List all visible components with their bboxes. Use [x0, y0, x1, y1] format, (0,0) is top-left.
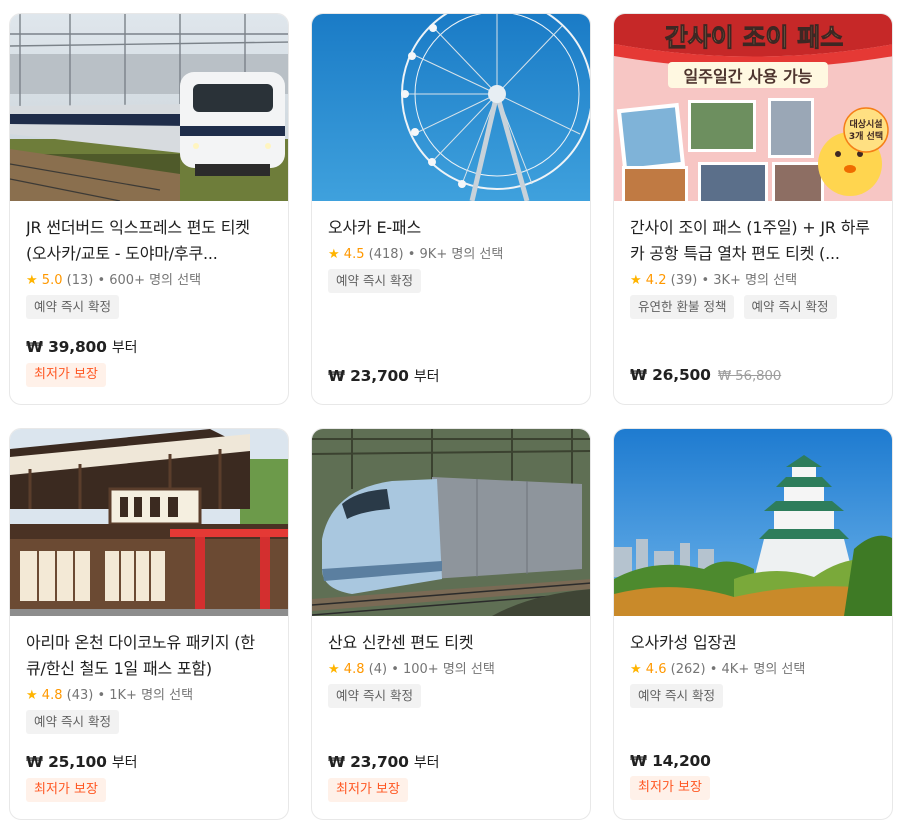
review-count: (39) [670, 273, 698, 288]
card-price: ₩ 25,100 부터 [26, 752, 137, 772]
rating-score: 4.2 [645, 273, 667, 288]
tag-instant-confirm: 예약 즉시 확정 [743, 295, 837, 319]
star-icon: ★ [26, 273, 38, 288]
activity-card-arima-onsen[interactable]: 아리마 온천 다이코노유 패키지 (한큐/한신 철도 1일 패스 포함) ★ 4… [9, 428, 289, 820]
activity-card-osaka-epass[interactable]: 오사카 E-패스 ★ 4.5 (418) • 9K+ 명의 선택 예약 즉시 확… [311, 13, 591, 405]
booked-count: • 100+ 명의 선택 [391, 662, 495, 677]
price-from-label: 부터 [111, 340, 138, 356]
banner-headline: 간사이 조이 패스 [665, 23, 843, 52]
card-price: ₩ 26,500 ₩ 56,800 [630, 366, 781, 384]
tag-instant-confirm: 예약 즉시 확정 [26, 710, 119, 734]
card-price: ₩ 23,700 부터 [328, 366, 439, 386]
rating-score: 5.0 [41, 273, 63, 288]
card-image-joy-pass-banner: 간사이 조이 패스 일주일간 사용 가능 대상시설 3개 선택 [614, 14, 892, 201]
rating-score: 4.5 [343, 247, 365, 262]
activity-card-sanyo-shinkansen[interactable]: 산요 신칸센 편도 티켓 ★ 4.8 (4) • 100+ 명의 선택 예약 즉… [311, 428, 591, 820]
lowest-price-badge: 최저가 보장 [26, 363, 106, 387]
banner-subline: 일주일간 사용 가능 [684, 67, 813, 86]
star-icon: ★ [328, 662, 340, 677]
card-image-ferris-wheel [312, 14, 590, 201]
activity-card-osaka-castle[interactable]: 오사카성 입장권 ★ 4.6 (262) • 4K+ 명의 선택 예약 즉시 확… [613, 428, 893, 820]
review-count: (43) [66, 688, 94, 703]
card-tags: 예약 즉시 확정 [26, 710, 272, 734]
rating-score: 4.8 [343, 662, 365, 677]
card-rating: ★ 4.2 (39) • 3K+ 명의 선택 [630, 269, 876, 289]
tag-instant-confirm: 예약 즉시 확정 [328, 684, 421, 708]
star-icon: ★ [630, 662, 642, 677]
badge-line-1: 대상시설 [849, 118, 882, 130]
price-block: ₩ 23,700 부터 최저가 보장 [328, 752, 439, 802]
price-block: ₩ 39,800 부터 최저가 보장 [26, 337, 137, 387]
card-title[interactable]: 오사카 E-패스 [328, 215, 574, 241]
card-image-osaka-castle [614, 429, 892, 616]
card-tags: 예약 즉시 확정 [328, 269, 574, 293]
tag-instant-confirm: 예약 즉시 확정 [630, 684, 723, 708]
price-block: ₩ 26,500 ₩ 56,800 [630, 366, 781, 384]
card-price: ₩ 39,800 부터 [26, 337, 137, 357]
card-tags: 예약 즉시 확정 [26, 295, 272, 319]
price-value: ₩ 14,200 [630, 752, 711, 770]
card-image-onsen-building [10, 429, 288, 616]
rating-score: 4.8 [41, 688, 63, 703]
activity-card-thunderbird[interactable]: JR 썬더버드 익스프레스 편도 티켓 (오사카/교토 - 도야마/후쿠... … [9, 13, 289, 405]
card-price: ₩ 14,200 [630, 752, 711, 770]
price-from-label: 부터 [111, 755, 138, 771]
review-count: (4) [368, 662, 388, 677]
card-price: ₩ 23,700 부터 [328, 752, 439, 772]
price-from-label: 부터 [413, 755, 440, 771]
rating-score: 4.6 [645, 662, 667, 677]
price-block: ₩ 25,100 부터 최저가 보장 [26, 752, 137, 802]
tag-flexible-refund: 유연한 환불 정책 [630, 295, 735, 319]
card-title[interactable]: 아리마 온천 다이코노유 패키지 (한큐/한신 철도 1일 패스 포함) [26, 630, 272, 682]
card-rating: ★ 4.8 (43) • 1K+ 명의 선택 [26, 684, 272, 704]
price-from-label: 부터 [413, 369, 440, 385]
price-value: ₩ 23,700 [328, 753, 409, 771]
booked-count: • 4K+ 명의 선택 [709, 662, 806, 677]
price-value: ₩ 23,700 [328, 367, 409, 385]
review-count: (418) [368, 247, 404, 262]
review-count: (262) [670, 662, 706, 677]
price-block: ₩ 14,200 최저가 보장 [630, 752, 711, 800]
card-title[interactable]: 오사카성 입장권 [630, 630, 876, 656]
star-icon: ★ [26, 688, 38, 703]
activity-card-kansai-joy-pass[interactable]: 간사이 조이 패스 일주일간 사용 가능 대상시설 3개 선택 간사이 조이 패… [613, 13, 893, 405]
card-title[interactable]: 간사이 조이 패스 (1주일) + JR 하루카 공항 특급 열차 편도 티켓 … [630, 215, 876, 267]
lowest-price-badge: 최저가 보장 [328, 778, 408, 802]
lowest-price-badge: 최저가 보장 [630, 776, 710, 800]
card-rating: ★ 4.6 (262) • 4K+ 명의 선택 [630, 658, 876, 678]
price-value: ₩ 39,800 [26, 338, 107, 356]
star-icon: ★ [630, 273, 642, 288]
card-tags: 유연한 환불 정책 예약 즉시 확정 [630, 295, 876, 319]
card-title[interactable]: JR 썬더버드 익스프레스 편도 티켓 (오사카/교토 - 도야마/후쿠... [26, 215, 272, 267]
tag-instant-confirm: 예약 즉시 확정 [26, 295, 119, 319]
card-image-train [10, 14, 288, 201]
price-block: ₩ 23,700 부터 [328, 366, 439, 386]
card-tags: 예약 즉시 확정 [630, 684, 876, 708]
review-count: (13) [66, 273, 94, 288]
card-tags: 예약 즉시 확정 [328, 684, 574, 708]
star-icon: ★ [328, 247, 340, 262]
badge-line-2: 3개 선택 [849, 130, 883, 142]
tag-instant-confirm: 예약 즉시 확정 [328, 269, 421, 293]
price-value: ₩ 26,500 [630, 366, 711, 384]
card-image-shinkansen [312, 429, 590, 616]
card-rating: ★ 5.0 (13) • 600+ 명의 선택 [26, 269, 272, 289]
booked-count: • 9K+ 명의 선택 [407, 247, 504, 262]
card-rating: ★ 4.5 (418) • 9K+ 명의 선택 [328, 243, 574, 263]
card-rating: ★ 4.8 (4) • 100+ 명의 선택 [328, 658, 574, 678]
lowest-price-badge: 최저가 보장 [26, 778, 106, 802]
original-price: ₩ 56,800 [717, 368, 782, 384]
booked-count: • 1K+ 명의 선택 [97, 688, 194, 703]
booked-count: • 600+ 명의 선택 [97, 273, 202, 288]
booked-count: • 3K+ 명의 선택 [701, 273, 798, 288]
card-title[interactable]: 산요 신칸센 편도 티켓 [328, 630, 574, 656]
price-value: ₩ 25,100 [26, 753, 107, 771]
